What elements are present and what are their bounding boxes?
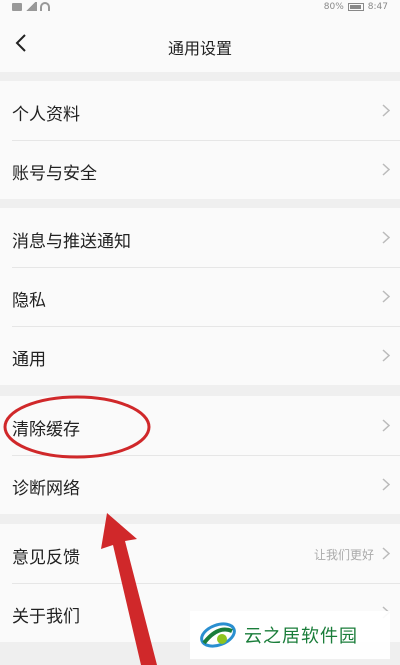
row-label: 个人资料 <box>12 105 80 125</box>
watermark-text: 云之居软件园 <box>244 626 358 647</box>
row-label: 诊断网络 <box>12 479 80 499</box>
battery-percent: 80% <box>323 2 344 12</box>
row-label: 账号与安全 <box>12 164 97 184</box>
row-feedback[interactable]: 意见反馈 让我们更好 <box>0 524 400 583</box>
status-bar: 80% 8:47 <box>0 0 400 16</box>
battery-icon <box>347 3 364 11</box>
row-label: 通用 <box>12 350 46 370</box>
watermark-logo-icon <box>200 622 236 648</box>
row-label: 消息与推送通知 <box>12 232 131 252</box>
chevron-right-icon <box>382 349 390 362</box>
row-clear-cache[interactable]: 清除缓存 <box>0 396 400 455</box>
row-notifications[interactable]: 消息与推送通知 <box>0 208 400 267</box>
status-icons-left <box>12 2 50 11</box>
chevron-right-icon <box>382 231 390 244</box>
chevron-right-icon <box>382 547 390 560</box>
settings-group-notifications: 消息与推送通知 隐私 通用 <box>0 208 400 385</box>
row-personal-info[interactable]: 个人资料 <box>0 81 400 140</box>
watermark: 云之居软件园 <box>190 611 390 659</box>
row-general[interactable]: 通用 <box>0 326 400 385</box>
row-label: 隐私 <box>12 291 46 311</box>
chevron-right-icon <box>382 290 390 303</box>
chevron-right-icon <box>382 163 390 176</box>
signal-icon <box>25 2 37 11</box>
row-diagnose-network[interactable]: 诊断网络 <box>0 455 400 514</box>
nav-bar: 通用设置 <box>0 16 400 72</box>
page-title: 通用设置 <box>167 39 232 58</box>
settings-group-storage: 清除缓存 诊断网络 <box>0 396 400 514</box>
chevron-right-icon <box>382 478 390 491</box>
settings-group-profile: 个人资料 账号与安全 <box>0 81 400 199</box>
hd-icon <box>12 2 22 11</box>
row-label: 清除缓存 <box>12 420 80 440</box>
chevron-right-icon <box>382 419 390 432</box>
row-hint: 让我们更好 <box>313 548 374 562</box>
wifi-icon <box>40 2 50 11</box>
row-privacy[interactable]: 隐私 <box>0 267 400 326</box>
row-account-security[interactable]: 账号与安全 <box>0 140 400 199</box>
status-time: 8:47 <box>367 2 388 12</box>
row-label: 关于我们 <box>12 607 80 627</box>
row-label: 意见反馈 <box>12 548 80 568</box>
status-icons-right: 80% 8:47 <box>324 2 388 12</box>
chevron-right-icon <box>382 104 390 117</box>
